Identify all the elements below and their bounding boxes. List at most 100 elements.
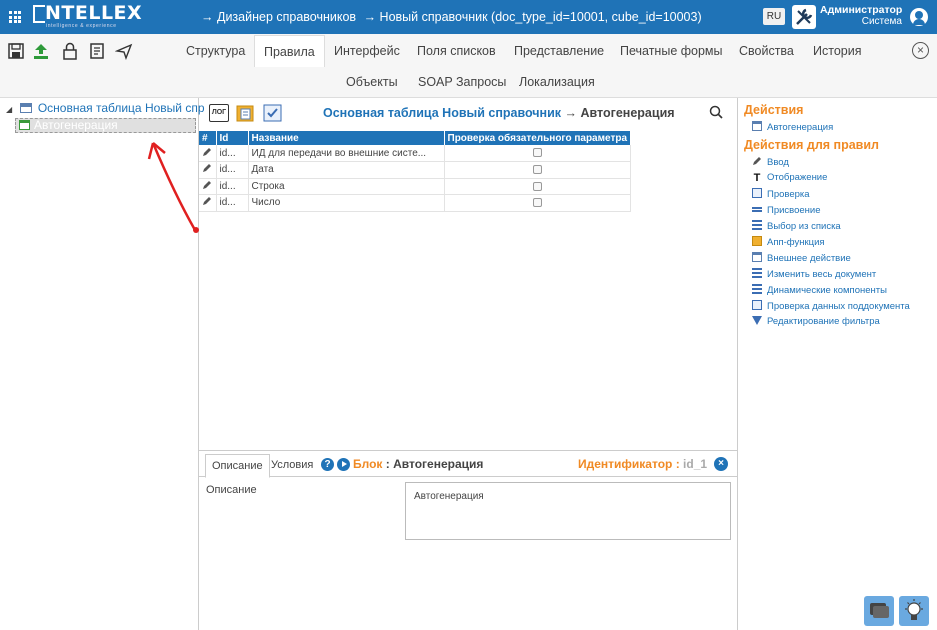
- external-action-icon: [752, 252, 762, 262]
- table-row[interactable]: id... Дата: [199, 161, 632, 179]
- rule-action-check[interactable]: Проверка: [752, 188, 810, 200]
- user-avatar-icon[interactable]: [910, 8, 928, 26]
- close-icon[interactable]: ×: [912, 42, 929, 59]
- row-name: Дата: [248, 161, 445, 179]
- col-header-id[interactable]: Id: [216, 131, 249, 145]
- tab-list-fields[interactable]: Поля списков: [408, 35, 505, 67]
- editor-title-block: Автогенерация: [580, 106, 675, 120]
- properties-icon[interactable]: [236, 104, 256, 122]
- row-name: ИД для передачи во внешние систе...: [248, 145, 445, 162]
- breadcrumb: → Дизайнер справочников → Новый справочн…: [201, 10, 706, 24]
- actions-panel: Действия Автогенерация Действия для прав…: [738, 98, 937, 630]
- help-icon[interactable]: ?: [321, 458, 334, 471]
- rules-editor: ЛОГ Основная таблица Новый справочник → …: [199, 98, 738, 630]
- collapse-triangle-icon[interactable]: ◢: [6, 105, 12, 114]
- filter-icon: [752, 316, 762, 325]
- breadcrumb-designer[interactable]: → Дизайнер справочников: [201, 10, 356, 24]
- action-label: Апп-функция: [767, 237, 825, 248]
- action-label: Проверка: [767, 189, 810, 200]
- rule-action-subdocument-check[interactable]: Проверка данных поддокумента: [752, 300, 910, 312]
- tab-structure[interactable]: Структура: [177, 35, 254, 67]
- edit-pencil-icon[interactable]: [199, 178, 217, 195]
- tree-child-node[interactable]: Автогенерация: [15, 118, 196, 133]
- top-header: NTELLEX intelligence & experience → Диза…: [0, 0, 937, 34]
- close-details-icon[interactable]: ×: [714, 457, 728, 471]
- lightbulb-icon: [905, 599, 923, 620]
- tab-objects[interactable]: Объекты: [337, 66, 407, 98]
- subdocument-check-icon: [752, 300, 762, 310]
- edit-pencil-icon[interactable]: [199, 194, 217, 212]
- col-header-index[interactable]: #: [199, 131, 217, 145]
- tab-properties[interactable]: Свойства: [730, 35, 803, 67]
- row-required-checkbox[interactable]: [444, 194, 632, 212]
- components-icon: [752, 284, 762, 294]
- editor-title-table: Основная таблица Новый справочник: [323, 106, 562, 120]
- tab-print-forms[interactable]: Печатные формы: [611, 35, 732, 67]
- editor-header: ЛОГ Основная таблица Новый справочник → …: [199, 98, 738, 128]
- rule-action-display[interactable]: T Отображение: [752, 172, 828, 184]
- row-required-checkbox[interactable]: [444, 145, 632, 162]
- table-row[interactable]: id... Число: [199, 194, 632, 212]
- rule-action-input[interactable]: Ввод: [752, 156, 789, 168]
- rule-action-app-function[interactable]: Апп-функция: [752, 236, 825, 248]
- row-required-checkbox[interactable]: [444, 178, 632, 195]
- rule-actions-heading: Действия для правил: [744, 138, 879, 152]
- table-row[interactable]: id... ИД для передачи во внешние систе..…: [199, 145, 632, 162]
- lock-icon[interactable]: [61, 42, 79, 60]
- edit-pencil-icon[interactable]: [199, 145, 217, 162]
- intellex-logo[interactable]: NTELLEX intelligence & experience: [33, 2, 143, 30]
- row-name: Число: [248, 194, 445, 212]
- table-row[interactable]: id... Строка: [199, 178, 632, 195]
- tab-history[interactable]: История: [804, 35, 870, 67]
- action-label: Редактирование фильтра: [767, 316, 880, 327]
- form-icon[interactable]: [88, 42, 106, 60]
- tab-conditions[interactable]: Условия: [265, 454, 319, 478]
- chat-button[interactable]: [864, 596, 894, 626]
- block-details-panel: Описание Условия ? Блок : Автогенерация …: [199, 450, 738, 630]
- fields-table: # Id Название Проверка обязательного пар…: [199, 131, 632, 212]
- row-id: id...: [216, 178, 249, 195]
- save-icon[interactable]: [7, 42, 25, 60]
- details-tabs: Описание Условия ? Блок : Автогенерация …: [199, 451, 738, 478]
- tab-rules[interactable]: Правила: [254, 35, 325, 67]
- action-label: Изменить весь документ: [767, 269, 877, 280]
- rule-action-dynamic-components[interactable]: Динамические компоненты: [752, 284, 887, 296]
- user-info[interactable]: Администратор Система: [820, 4, 902, 28]
- actions-heading: Действия: [744, 103, 804, 117]
- admin-tools-icon[interactable]: [792, 5, 816, 29]
- tab-localization[interactable]: Локализация: [510, 66, 604, 98]
- send-icon[interactable]: [115, 42, 133, 60]
- col-header-name[interactable]: Название: [248, 131, 445, 145]
- tab-presentation[interactable]: Представление: [505, 35, 613, 67]
- logo-text: NTELLEX: [45, 2, 143, 24]
- tree-root-node[interactable]: ◢ Основная таблица Новый спр: [6, 101, 205, 115]
- validate-icon[interactable]: [263, 104, 283, 122]
- row-required-checkbox[interactable]: [444, 161, 632, 179]
- apps-grid-icon[interactable]: [9, 11, 21, 23]
- rule-action-select-from-list[interactable]: Выбор из списка: [752, 220, 841, 232]
- play-icon[interactable]: [337, 458, 350, 471]
- tab-soap-requests[interactable]: SOAP Запросы: [409, 66, 515, 98]
- search-icon[interactable]: [709, 105, 723, 119]
- user-name: Администратор: [820, 4, 903, 16]
- description-field[interactable]: Автогенерация: [405, 482, 731, 540]
- description-label: Описание: [206, 484, 257, 496]
- upload-icon[interactable]: [32, 42, 50, 60]
- action-autogeneration[interactable]: Автогенерация: [752, 121, 833, 133]
- tips-button[interactable]: [899, 596, 929, 626]
- table-icon: [752, 121, 762, 131]
- text-icon: T: [753, 172, 761, 184]
- user-role: Система: [861, 16, 902, 27]
- rule-action-modify-document[interactable]: Изменить весь документ: [752, 268, 876, 280]
- language-switch[interactable]: RU: [763, 8, 785, 25]
- rule-action-assign[interactable]: Присвоение: [752, 204, 821, 216]
- toolbar: Структура Правила Интерфейс Поля списков…: [0, 34, 937, 98]
- rule-action-edit-filter[interactable]: Редактирование фильтра: [752, 316, 880, 327]
- tab-description[interactable]: Описание: [205, 454, 270, 478]
- log-icon[interactable]: ЛОГ: [209, 104, 229, 122]
- tab-interface[interactable]: Интерфейс: [325, 35, 409, 67]
- rule-action-external[interactable]: Внешнее действие: [752, 252, 851, 264]
- edit-pencil-icon[interactable]: [199, 161, 217, 179]
- col-header-required-check[interactable]: Проверка обязательного параметра: [444, 131, 632, 145]
- tree-root-label: Основная таблица Новый спр: [37, 101, 205, 115]
